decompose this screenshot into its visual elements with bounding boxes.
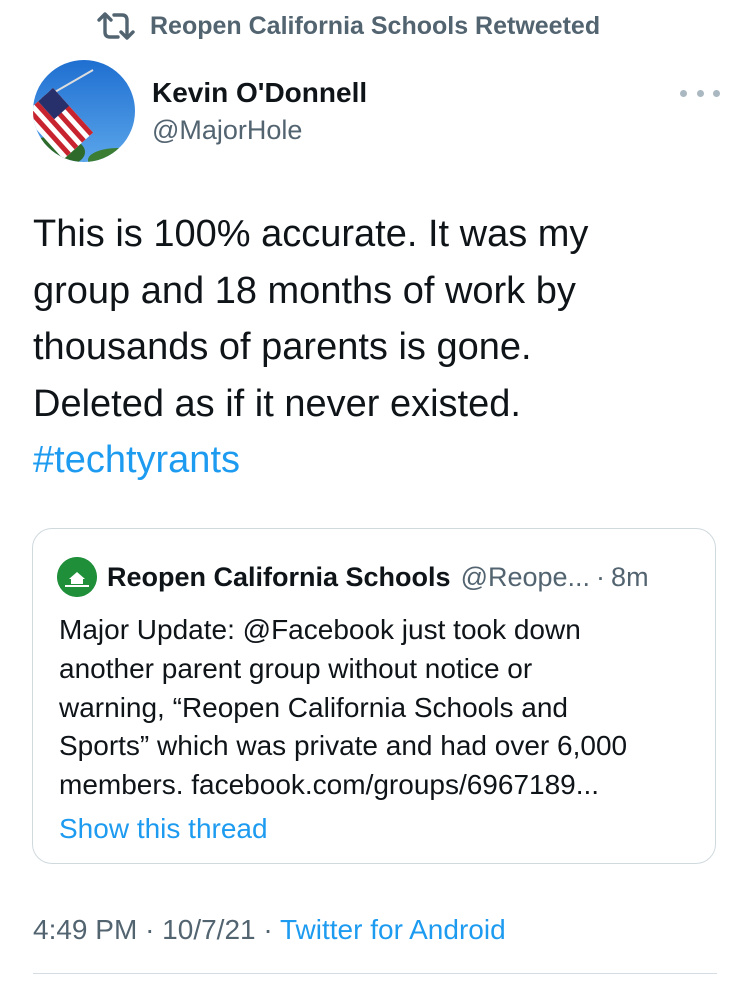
quoted-text-line: another parent group without notice or [59, 652, 533, 684]
school-logo-icon [57, 557, 97, 597]
show-thread-link[interactable]: Show this thread [59, 813, 268, 845]
quoted-text-line: warning, “Reopen California Schools and [59, 691, 568, 723]
tweet-text: This is 100% accurate. It was my group a… [33, 206, 713, 489]
quoted-text-line: Sports” which was private and had over 6… [59, 730, 628, 762]
tweet-time[interactable]: 4:49 PM [33, 914, 137, 945]
hashtag-link[interactable]: #techtyrants [33, 432, 713, 489]
retweet-icon [97, 12, 135, 40]
separator-dot: · [145, 914, 155, 945]
tweet-source-link[interactable]: Twitter for Android [280, 914, 506, 945]
quoted-author-handle[interactable]: @Reope... [461, 562, 590, 593]
quoted-text-line: Major Update: @Facebook just took down [59, 614, 581, 645]
quoted-tweet-card[interactable]: Reopen California Schools @Reope... · 8m… [32, 528, 716, 864]
quoted-tweet-text: Major Update: @Facebook just took down a… [59, 611, 699, 805]
american-flag-avatar [33, 60, 135, 162]
quoted-timestamp[interactable]: 8m [611, 562, 649, 593]
divider [33, 973, 717, 974]
tweet-metadata: 4:49 PM · 10/7/21 · Twitter for Android [33, 914, 506, 946]
author-avatar[interactable] [33, 60, 135, 162]
retweet-label[interactable]: Reopen California Schools Retweeted [150, 12, 600, 41]
author-handle[interactable]: @MajorHole [152, 115, 302, 146]
quoted-author-avatar [57, 557, 97, 597]
quoted-author-name[interactable]: Reopen California Schools [107, 562, 451, 593]
quoted-tweet-header: Reopen California Schools @Reope... · 8m [57, 557, 649, 597]
tweet-text-line: This is 100% accurate. It was my [33, 213, 589, 255]
retweet-header: Reopen California Schools Retweeted [96, 8, 600, 44]
more-options-icon[interactable] [680, 80, 720, 106]
separator-dot: · [596, 561, 606, 592]
author-name[interactable]: Kevin O'Donnell [152, 77, 367, 109]
tweet-text-line: thousands of parents is gone. [33, 326, 532, 368]
quoted-text-line: members. facebook.com/groups/6967189... [59, 769, 600, 801]
tweet-text-line: Deleted as if it never existed. [33, 382, 521, 425]
tweet-date[interactable]: 10/7/21 [162, 914, 255, 945]
separator-dot: · [263, 914, 273, 945]
tweet-text-line: group and 18 months of work by [33, 269, 576, 312]
